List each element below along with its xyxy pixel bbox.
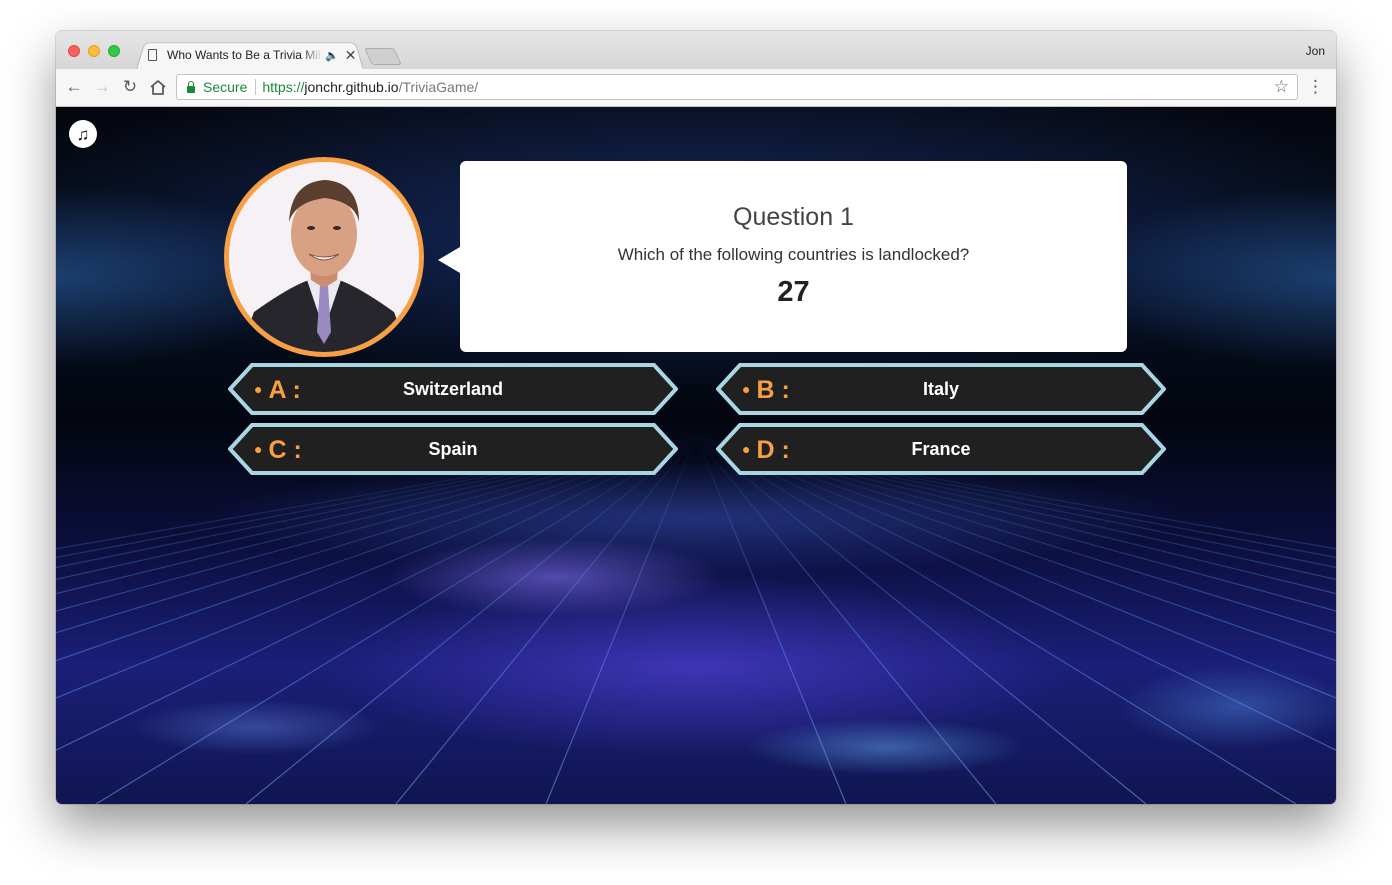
address-bar[interactable]: Secure https://jonchr.github.io/TriviaGa… [176, 74, 1298, 100]
menu-icon[interactable]: ⋮ [1307, 75, 1324, 99]
url-path: /TriviaGame/ [398, 79, 479, 95]
game-page: ♫ Question 1 Which of the following coun… [56, 107, 1336, 804]
host-avatar [224, 157, 424, 357]
answer-text: Spain [428, 439, 478, 459]
page-icon [148, 49, 157, 61]
answer-text: France [911, 439, 971, 459]
tab-title: Who Wants to Be a Trivia Millionaire [167, 48, 323, 62]
answer-letter: ● A : [254, 376, 301, 404]
question-number: Question 1 [733, 203, 854, 231]
secure-label: Secure [203, 79, 248, 95]
answer-button-c[interactable]: ● C : Spain [228, 423, 678, 475]
tab-close-icon[interactable]: ✕ [345, 47, 357, 64]
new-tab-button[interactable] [364, 48, 402, 65]
tab-strip: Who Wants to Be a Trivia Millionaire 🔈 ✕… [56, 31, 1336, 70]
answer-text: Italy [922, 379, 960, 399]
countdown-timer: 27 [777, 276, 810, 308]
answer-button-a[interactable]: ● A : Switzerland [228, 363, 678, 415]
answer-button-b[interactable]: ● B : Italy [716, 363, 1166, 415]
forward-icon[interactable]: → [91, 76, 113, 98]
audio-playing-icon[interactable]: 🔈 [325, 49, 339, 62]
url-host: jonchr.github.io [304, 79, 399, 95]
question-bubble: Question 1 Which of the following countr… [438, 161, 1127, 352]
back-icon[interactable]: ← [63, 76, 85, 98]
home-icon[interactable] [147, 76, 169, 98]
maximize-window-button[interactable] [108, 45, 120, 57]
answer-letter: ● C : [254, 436, 302, 464]
browser-toolbar: ← → ↻ Secure https://jonchr.github.io/Tr… [56, 69, 1336, 107]
minimize-window-button[interactable] [88, 45, 100, 57]
close-window-button[interactable] [68, 45, 80, 57]
answer-text: Switzerland [402, 379, 504, 399]
active-tab-content[interactable]: Who Wants to Be a Trivia Millionaire 🔈 ✕ [146, 41, 362, 69]
browser-window: Who Wants to Be a Trivia Millionaire 🔈 ✕… [56, 31, 1336, 804]
lock-icon [187, 80, 195, 93]
answer-letter: ● B : [742, 376, 790, 404]
url-scheme: https:// [262, 79, 305, 95]
question-text: Which of the following countries is land… [617, 245, 970, 264]
answer-button-d[interactable]: ● D : France [716, 423, 1166, 475]
answer-letter: ● D : [742, 436, 790, 464]
omnibox-separator [255, 79, 257, 95]
bookmark-star-icon[interactable]: ☆ [1274, 77, 1289, 97]
music-note-icon[interactable]: ♫ [69, 120, 97, 148]
reload-icon[interactable]: ↻ [119, 76, 141, 98]
profile-name[interactable]: Jon [1306, 44, 1325, 58]
